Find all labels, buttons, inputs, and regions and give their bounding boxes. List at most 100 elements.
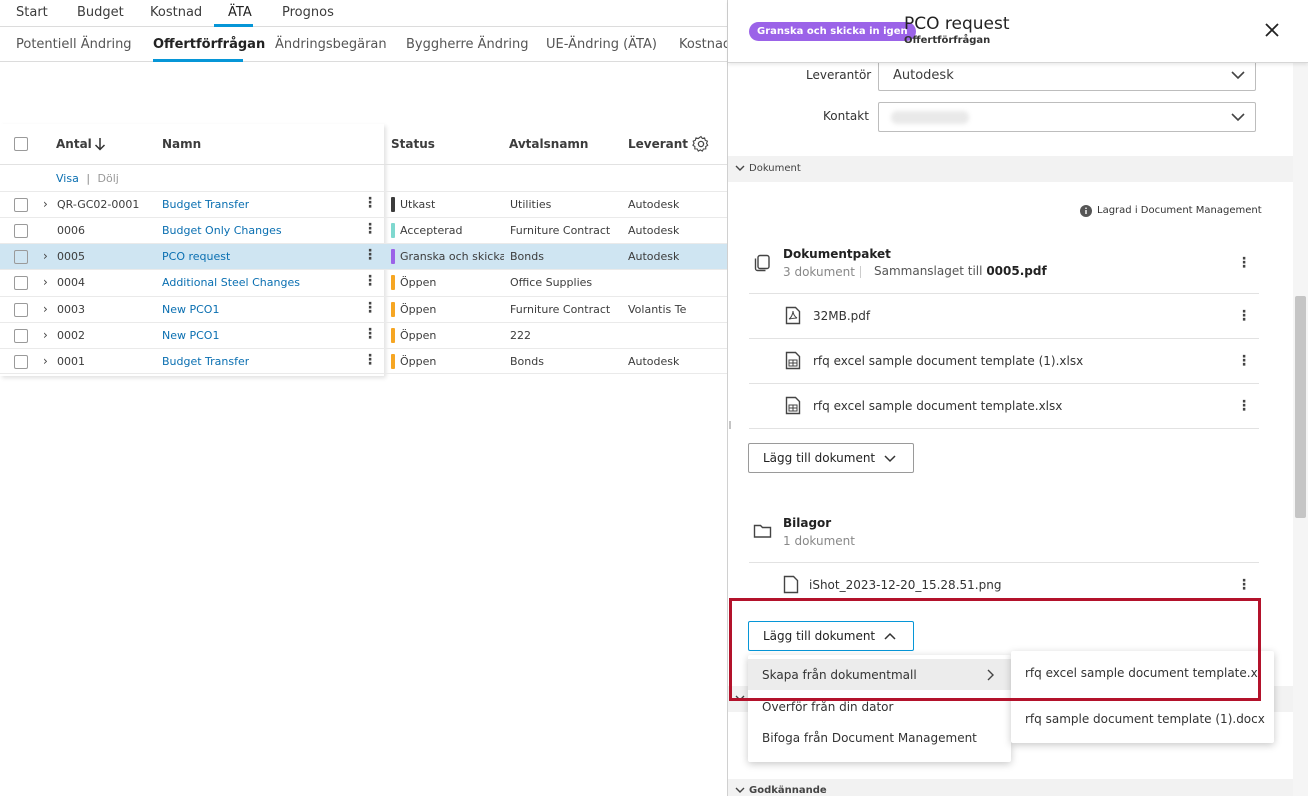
header-avtalsnamn[interactable]: Avtalsnamn [509,137,588,151]
row-checkbox[interactable] [14,198,28,212]
header-namn[interactable]: Namn [162,137,201,151]
row-menu-icon[interactable]: ⋮ [363,273,377,289]
status-color-bar [391,249,395,264]
cell-status: Öppen [400,355,437,368]
table-row[interactable]: › QR-GC02-0001 Budget Transfer ⋮ Utkast … [0,191,728,217]
header-leverantor[interactable]: Leverantö [628,137,688,151]
table-row[interactable]: › 0003 New PCO1 ⋮ Öppen Furniture Contra… [0,296,728,322]
header-status[interactable]: Status [391,137,435,151]
row-checkbox[interactable] [14,355,28,369]
file-menu-icon[interactable]: ⋮ [1237,577,1251,593]
visa-dolj-toggle: Visa | Dölj [56,172,119,185]
package-count: 3 dokument [783,265,855,279]
add-document-button-open[interactable]: Lägg till dokument [748,621,914,651]
cell-namn[interactable]: Budget Transfer [162,198,249,211]
settings-gear-icon[interactable] [692,135,710,153]
file-name[interactable]: rfq excel sample document template.xlsx [813,399,1062,413]
row-menu-icon[interactable]: ⋮ [363,352,377,368]
cell-namn[interactable]: New PCO1 [162,329,219,342]
chevron-down-icon [884,455,896,463]
cell-namn[interactable]: Budget Transfer [162,355,249,368]
tab-ata[interactable]: ÄTA [228,5,252,20]
chevron-down-icon [735,165,745,172]
select-all-checkbox[interactable] [14,137,28,151]
file-menu-icon[interactable]: ⋮ [1237,398,1251,414]
dolj-link[interactable]: Dölj [98,172,119,185]
template-submenu: rfq excel sample document template.xl...… [1011,651,1274,743]
package-menu-icon[interactable]: ⋮ [1237,255,1251,271]
table-row[interactable]: › 0002 New PCO1 ⋮ Öppen 222 [0,322,728,348]
row-menu-icon[interactable]: ⋮ [363,247,377,263]
subtab-ue-andring[interactable]: UE-Ändring (ÄTA) [546,37,657,52]
menu-item-bifoga-fran-dm[interactable]: Bifoga från Document Management [748,723,1011,754]
row-menu-icon[interactable]: ⋮ [363,221,377,237]
subtab-offertforfragan[interactable]: Offertförfrågan [153,37,265,52]
table-row[interactable]: › 0004 Additional Steel Changes ⋮ Öppen … [0,269,728,295]
kontakt-select[interactable] [878,102,1256,132]
cell-namn[interactable]: Budget Only Changes [162,224,282,237]
file-name[interactable]: rfq excel sample document template (1).x… [813,354,1083,368]
header-antal[interactable]: Antal [56,137,92,151]
cell-leverantor: Autodesk [628,355,680,368]
row-checkbox[interactable] [14,276,28,290]
submenu-item-template-docx[interactable]: rfq sample document template (1).docx [1011,704,1274,736]
expand-chevron-icon[interactable]: › [43,249,48,263]
file-menu-icon[interactable]: ⋮ [1237,353,1251,369]
row-menu-icon[interactable]: ⋮ [363,195,377,211]
row-checkbox[interactable] [14,329,28,343]
submenu-item-template-xlsx[interactable]: rfq excel sample document template.xl... [1011,658,1274,690]
tab-kostnad[interactable]: Kostnad [150,5,202,20]
cell-namn[interactable]: PCO request [162,250,230,263]
dokument-section-header[interactable]: Dokument [728,156,1293,182]
cell-namn[interactable]: New PCO1 [162,303,219,316]
subtab-andringsbegaran[interactable]: Ändringsbegäran [275,37,387,52]
tab-start[interactable]: Start [16,5,48,20]
visa-link[interactable]: Visa [56,172,79,185]
subtab-byggherre-andring[interactable]: Byggherre Ändring [406,37,529,52]
subtab-kostnad[interactable]: Kostnad [679,37,731,52]
cell-antal: 0003 [57,303,85,316]
chevron-down-icon [1231,113,1245,122]
leverantor-select[interactable]: Autodesk [878,61,1256,91]
cell-avtal: 222 [510,329,531,342]
menu-item-overfor-fran-dator[interactable]: Överför från din dator [748,692,1011,723]
row-menu-icon[interactable]: ⋮ [363,326,377,342]
expand-chevron-icon[interactable]: › [43,354,48,368]
cell-antal: 0001 [57,355,85,368]
panel-scrollbar-thumb[interactable] [1295,296,1306,518]
attachment-file-name[interactable]: iShot_2023-12-20_15.28.51.png [809,578,1001,592]
expand-chevron-icon[interactable]: › [43,275,48,289]
close-icon[interactable] [1265,23,1279,37]
tab-budget[interactable]: Budget [77,5,124,20]
cell-status: Öppen [400,329,437,342]
row-checkbox[interactable] [14,250,28,264]
expand-chevron-icon[interactable]: › [43,328,48,342]
visa-dolj-separator: | [86,172,91,185]
cell-status: Öppen [400,303,437,316]
table-row[interactable]: 0006 Budget Only Changes ⋮ Accepterad Fu… [0,217,728,243]
table-row-selected[interactable]: › 0005 PCO request ⋮ Granska och skicka … [0,243,728,269]
merged-file: 0005.pdf [986,264,1047,278]
leverantor-value: Autodesk [893,68,954,83]
cell-status: Granska och skicka ... [400,250,504,263]
godkannande-section-header[interactable]: Godkännande [728,779,1293,796]
file-name[interactable]: 32MB.pdf [813,309,870,323]
row-menu-icon[interactable]: ⋮ [363,300,377,316]
submenu-item-label: rfq excel sample document template.xl... [1025,666,1261,680]
cell-namn[interactable]: Additional Steel Changes [162,276,300,289]
expand-chevron-icon[interactable]: › [43,302,48,316]
expand-chevron-icon[interactable]: › [43,197,48,211]
sort-down-icon[interactable] [93,136,107,152]
chevron-up-icon [884,632,896,640]
add-document-label: Lägg till dokument [763,629,876,643]
row-checkbox[interactable] [14,224,28,238]
row-checkbox[interactable] [14,303,28,317]
tab-prognos[interactable]: Prognos [282,5,334,20]
add-document-button[interactable]: Lägg till dokument [748,443,914,473]
file-menu-icon[interactable]: ⋮ [1237,308,1251,324]
menu-item-skapa-fran-mall[interactable]: Skapa från dokumentmall [748,659,1011,690]
table-header: Antal Namn Status Avtalsnamn Leverantö [0,124,728,165]
panel-resize-handle[interactable]: ‖ [728,420,732,430]
table-row[interactable]: › 0001 Budget Transfer ⋮ Öppen Bonds Aut… [0,348,728,374]
subtab-potentiell-andring[interactable]: Potentiell Ändring [16,37,132,52]
